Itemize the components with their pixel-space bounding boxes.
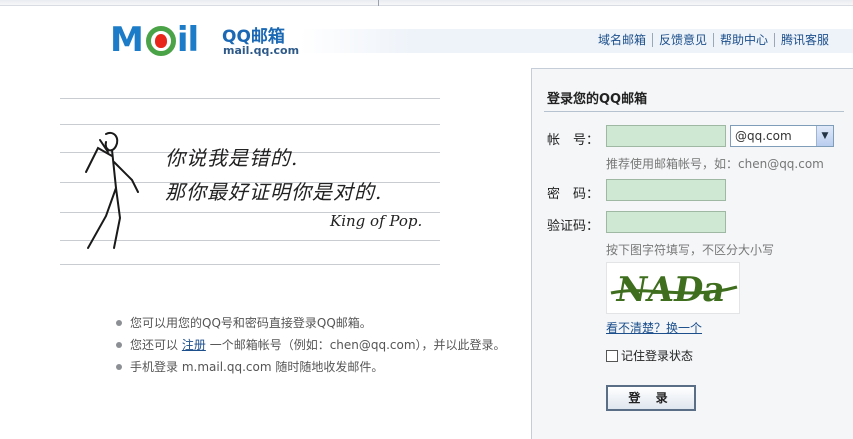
tip-text: 您还可以 [130, 338, 179, 352]
list-item: 手机登录 m.mail.qq.com 随时随地收发邮件。 [116, 356, 506, 378]
password-label: 密 码： [547, 187, 600, 202]
list-item: 您还可以 注册 一个邮箱帐号（例如：chen@qq.com），并以此登录。 [116, 334, 506, 356]
remember-label: 记住登录状态 [621, 349, 694, 363]
dancer-sketch-icon [85, 132, 139, 249]
captcha-input[interactable] [606, 211, 726, 233]
penguin-o-icon [146, 26, 176, 56]
quote-signature: King of Pop. [330, 212, 423, 230]
login-panel: 登录您的QQ邮箱 帐 号： @qq.com ▼ 推荐使用邮箱帐号，如：chen@… [531, 68, 853, 439]
logo-url: mail.qq.com [223, 44, 300, 57]
domain-selected-value: @qq.com [735, 129, 792, 143]
login-button[interactable]: 登 录 [606, 385, 696, 411]
ruled-line [60, 124, 440, 125]
logo-letters-il: il [176, 20, 199, 60]
captcha-image[interactable]: NADa [606, 262, 740, 314]
password-input[interactable] [606, 179, 726, 201]
captcha-label: 验证码： [547, 219, 600, 234]
remember-checkbox[interactable] [606, 349, 618, 362]
tips-list: 您可以用您的QQ号和密码直接登录QQ邮箱。 您还可以 注册 一个邮箱帐号（例如：… [116, 312, 506, 378]
qq-mail-logo[interactable]: Mil QQ邮箱 mail.qq.com [110, 20, 305, 62]
divider [544, 111, 844, 112]
link-feedback[interactable]: 反馈意见 [651, 33, 713, 47]
account-hint: 推荐使用邮箱帐号，如：chen@qq.com [606, 157, 824, 171]
link-tencent-service[interactable]: 腾讯客服 [773, 33, 835, 47]
login-title: 登录您的QQ邮箱 [547, 92, 648, 107]
quote-line-2: 那你最好证明你是对的. [165, 180, 383, 204]
tip-text: 手机登录 m.mail.qq.com 随时随地收发邮件。 [130, 360, 384, 374]
account-input[interactable] [606, 125, 726, 147]
top-strip-tick [378, 0, 379, 6]
account-label: 帐 号： [547, 133, 600, 148]
refresh-captcha-link[interactable]: 看不清楚？换一个 [606, 319, 702, 336]
captcha-graphic: NADa [610, 270, 738, 310]
link-domain-mail[interactable]: 域名邮箱 [592, 33, 652, 47]
domain-select[interactable]: @qq.com ▼ [730, 125, 834, 147]
ruled-line [60, 98, 440, 99]
chevron-down-icon[interactable]: ▼ [816, 126, 833, 146]
window-top-strip [0, 0, 853, 6]
ruled-line [60, 264, 440, 265]
list-item: 您可以用您的QQ号和密码直接登录QQ邮箱。 [116, 312, 506, 334]
register-link[interactable]: 注册 [182, 338, 206, 352]
tip-text: 您可以用您的QQ号和密码直接登录QQ邮箱。 [130, 316, 372, 330]
remember-me[interactable]: 记住登录状态 [606, 347, 693, 364]
captcha-hint: 按下图字符填写，不区分大小写 [606, 243, 775, 257]
link-help-center[interactable]: 帮助中心 [712, 33, 774, 47]
logo-letter-m: M [110, 20, 144, 60]
header-links: 域名邮箱 反馈意见 帮助中心 腾讯客服 [592, 33, 835, 47]
tip-text: 一个邮箱帐号（例如：chen@qq.com），并以此登录。 [209, 338, 506, 352]
quote-line-1: 你说我是错的. [165, 146, 299, 170]
